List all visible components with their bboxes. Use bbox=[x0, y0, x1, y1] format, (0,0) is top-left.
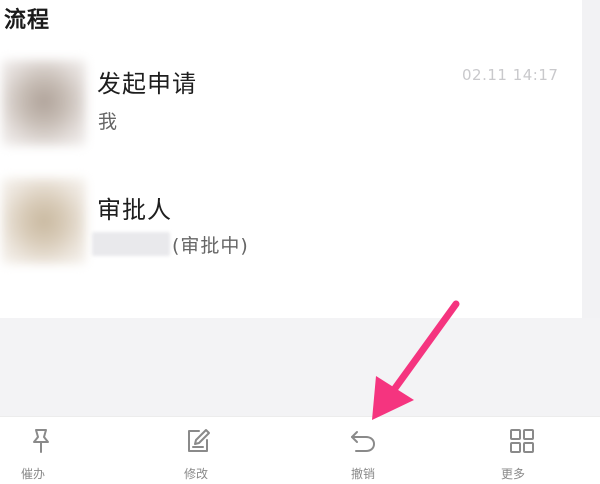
more-button[interactable]: 更多 bbox=[478, 423, 568, 481]
urge-button[interactable]: 催办 bbox=[0, 423, 90, 481]
process-card bbox=[0, 0, 582, 318]
approver-name-redacted bbox=[92, 232, 170, 256]
approval-status: (审批中) bbox=[172, 235, 249, 257]
arrow-annotation-icon bbox=[372, 300, 460, 420]
step-title-approver: 审批人 bbox=[97, 196, 172, 224]
approver-avatar bbox=[2, 178, 86, 264]
section-title: 流程 bbox=[4, 8, 51, 33]
edit-icon bbox=[188, 429, 210, 452]
applicant-name: 我 bbox=[98, 111, 118, 133]
edit-button[interactable]: 修改 bbox=[156, 423, 246, 481]
edit-label: 修改 bbox=[183, 467, 208, 481]
undo-icon bbox=[351, 431, 375, 452]
grid-icon bbox=[510, 429, 534, 453]
bottom-toolbar: 催办 修改 撤销 更多 bbox=[0, 416, 600, 484]
applicant-avatar bbox=[2, 60, 86, 146]
page-background bbox=[0, 318, 600, 416]
step-title-apply: 发起申请 bbox=[97, 70, 197, 98]
pin-icon bbox=[33, 429, 49, 453]
revoke-button[interactable]: 撤销 bbox=[318, 423, 408, 481]
urge-label: 催办 bbox=[20, 467, 45, 481]
more-label: 更多 bbox=[500, 467, 525, 481]
revoke-label: 撤销 bbox=[350, 467, 375, 481]
step-timestamp: 02.11 14:17 bbox=[462, 66, 559, 84]
